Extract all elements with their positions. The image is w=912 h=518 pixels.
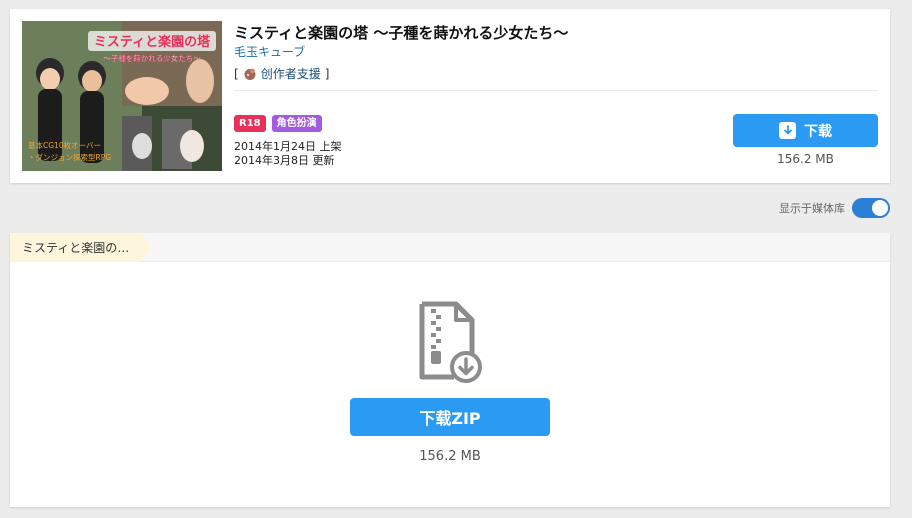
thumbnail-caption: ・ダンジョン探索型RPG xyxy=(28,152,111,162)
download-button[interactable]: 下载 xyxy=(733,114,878,147)
bracket-open: [ xyxy=(234,66,239,81)
circle-name-link[interactable]: 毛玉キューブ xyxy=(234,43,305,60)
thumbnail-subtitle: ～子種を蒔かれる少女たち～ xyxy=(103,53,201,63)
download-panel: ミスティと楽園の… 下载ZIP 156.2 MB xyxy=(10,233,890,507)
bracket-close: ] xyxy=(324,66,330,81)
support-icon xyxy=(244,68,256,80)
zip-file-size: 156.2 MB xyxy=(419,449,481,464)
thumbnail-art: ミスティと楽園の塔 ～子種を蒔かれる少女たち～ 基本CG10枚オーバー ・ダンジ… xyxy=(22,21,222,171)
thumbnail-caption: 基本CG10枚オーバー xyxy=(28,140,101,150)
download-button-label: 下载 xyxy=(804,123,832,140)
creator-support-row: [ 创作者支援 ] xyxy=(234,65,329,82)
work-card: ミスティと楽園の塔 ～子種を蒔かれる少女たち～ 基本CG10枚オーバー ・ダンジ… xyxy=(10,9,890,183)
file-size: 156.2 MB xyxy=(777,152,834,166)
library-toggle-label: 显示于媒体库 xyxy=(779,202,845,215)
download-zip-button[interactable]: 下载ZIP xyxy=(350,398,550,436)
zip-file-icon xyxy=(419,301,482,383)
thumbnail-title: ミスティと楽園の塔 xyxy=(94,34,211,50)
tag-r18[interactable]: R18 xyxy=(234,115,266,132)
work-thumbnail[interactable]: ミスティと楽園の塔 ～子種を蒔かれる少女たち～ 基本CG10枚オーバー ・ダンジ… xyxy=(22,21,222,171)
library-toggle[interactable] xyxy=(852,198,890,218)
divider xyxy=(234,90,878,91)
tag-list: R18 角色扮演 xyxy=(234,115,322,132)
download-icon xyxy=(779,122,796,139)
update-date: 2014年3月8日 更新 xyxy=(234,154,335,167)
panel-header: ミスティと楽園の… xyxy=(10,233,890,262)
creator-support-link[interactable]: 创作者支援 xyxy=(243,65,321,82)
tag-genre[interactable]: 角色扮演 xyxy=(271,115,322,132)
toggle-knob xyxy=(872,200,888,216)
library-toggle-row: 显示于媒体库 xyxy=(779,198,890,218)
work-title[interactable]: ミスティと楽園の塔 ～子種を蒔かれる少女たち～ xyxy=(234,22,568,43)
breadcrumb-item[interactable]: ミスティと楽園の… xyxy=(10,233,152,262)
creator-support-label: 创作者支援 xyxy=(260,67,321,81)
